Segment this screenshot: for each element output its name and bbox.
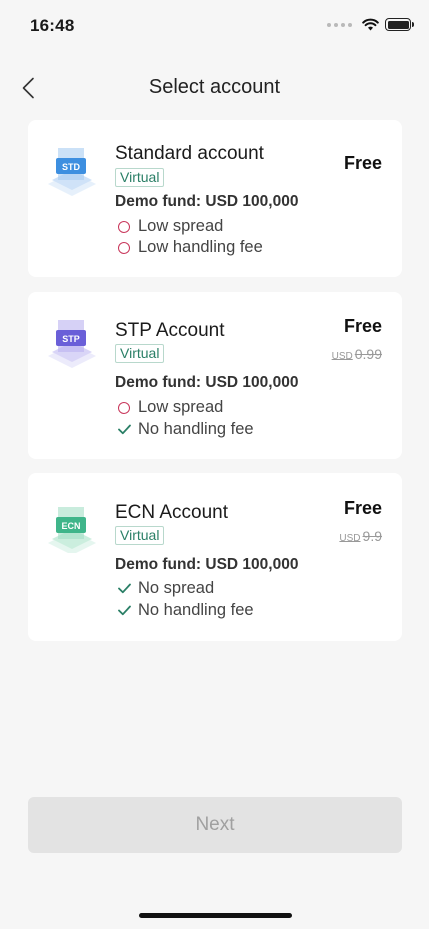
virtual-tag: Virtual — [115, 168, 165, 187]
page-title: Select account — [148, 76, 281, 98]
demo-fund: Demo fund: USD 100,000 — [115, 374, 299, 391]
virtual-tag: Virtual — [115, 344, 165, 363]
circle-icon — [117, 241, 131, 255]
feature-item: Low spread — [117, 398, 223, 417]
original-price-currency: USD — [339, 533, 361, 544]
check-icon — [117, 604, 131, 618]
circle-icon — [117, 220, 131, 234]
feature-text: No handling fee — [138, 601, 254, 619]
feature-text: No handling fee — [138, 420, 254, 438]
virtual-tag: Virtual — [115, 526, 165, 545]
original-price-value: 0.99 — [354, 346, 382, 362]
price: Free — [343, 316, 382, 336]
feature-text: Low handling fee — [138, 238, 263, 256]
original-price: USD 0.99 — [332, 346, 382, 362]
account-name: ECN Account — [115, 502, 228, 523]
account-card-stp[interactable]: STP STP Account Virtual Demo fund: USD 1… — [28, 292, 402, 459]
feature-item: No spread — [117, 579, 214, 598]
demo-fund: Demo fund: USD 100,000 — [115, 556, 299, 573]
feature-text: Low spread — [138, 217, 224, 235]
original-price-value: 9.9 — [362, 528, 382, 544]
svg-text:STD: STD — [62, 162, 81, 172]
nav-bar: Select account — [0, 66, 429, 110]
demo-fund: Demo fund: USD 100,000 — [115, 193, 299, 210]
account-name: Standard account — [115, 143, 264, 164]
next-button[interactable]: Next — [28, 797, 402, 853]
price: Free — [343, 153, 382, 173]
status-time: 16:48 — [30, 16, 75, 35]
feature-text: Low spread — [138, 398, 224, 416]
svg-text:STP: STP — [62, 334, 80, 344]
wifi-icon — [362, 18, 379, 31]
ecn-account-icon: ECN — [44, 493, 100, 555]
account-card-ecn[interactable]: ECN ECN Account Virtual Demo fund: USD 1… — [28, 473, 402, 641]
original-price-currency: USD — [331, 351, 353, 362]
check-icon — [117, 423, 131, 437]
account-card-standard[interactable]: STD Standard account Virtual Demo fund: … — [28, 120, 402, 277]
std-account-icon: STD — [44, 140, 100, 200]
feature-text: No spread — [138, 579, 215, 597]
check-icon — [117, 582, 131, 596]
account-name: STP Account — [115, 320, 225, 341]
price: Free — [343, 498, 382, 518]
feature-item: No handling fee — [117, 601, 254, 620]
signal-icon — [327, 22, 352, 27]
battery-icon — [385, 18, 414, 31]
feature-item: Low handling fee — [117, 238, 263, 257]
stp-account-icon: STP — [44, 312, 100, 372]
circle-icon — [117, 401, 131, 415]
home-indicator — [139, 913, 292, 918]
svg-text:ECN: ECN — [61, 521, 80, 531]
status-icons — [327, 18, 414, 31]
status-bar: 16:48 — [0, 0, 429, 50]
feature-item: Low spread — [117, 217, 223, 236]
feature-item: No handling fee — [117, 420, 254, 439]
original-price: USD 9.9 — [339, 528, 382, 544]
